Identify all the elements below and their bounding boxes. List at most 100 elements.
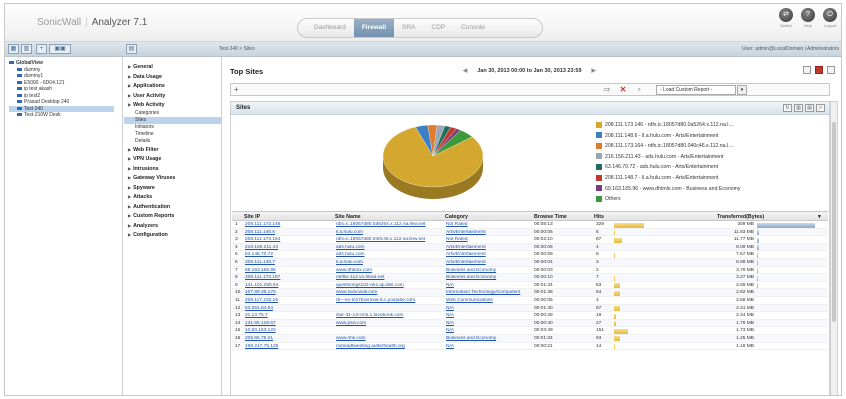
scrollbar-thumb[interactable] — [832, 122, 836, 322]
col-hits[interactable]: Hits — [594, 214, 604, 220]
chart-view-icon[interactable]: ▥ — [21, 44, 32, 54]
table-row[interactable]: 1 208.111.173.146 rdfx.ic.18057d80.0a5264.… — [232, 221, 828, 229]
tab-firewall[interactable]: Firewall — [353, 19, 395, 37]
nav-item-vpn-usage[interactable]: ▶ VPN Usage — [124, 154, 221, 164]
layout-icon[interactable]: ▤ — [126, 44, 137, 54]
tab-sra[interactable]: SRA — [394, 19, 423, 37]
site-name-link[interactable]: www.dhtmlx.com — [336, 268, 442, 274]
nav-item-web-activity[interactable]: ▶ Web Activity — [124, 100, 221, 110]
site-ip-link[interactable]: 69.163.165.96 — [245, 268, 329, 274]
category-link[interactable]: N/A — [446, 328, 532, 334]
table-row[interactable]: 17 198.217.75.125 noheadtweeting.autterhea… — [232, 343, 828, 351]
site-name-link[interactable]: www.sonicwall.com — [336, 290, 442, 296]
category-link[interactable]: Web Communications — [446, 298, 532, 304]
site-name-link[interactable]: ads.hulu.com — [336, 252, 442, 258]
help-button[interactable]: ? Help — [799, 8, 817, 28]
legend-item[interactable]: 69.163.165.96 - www.dhtmlx.com - Busines… — [596, 184, 741, 195]
apply-filter-icon[interactable]: ⇨ — [602, 85, 612, 95]
site-name-link[interactable]: questsongs102-dns.ap.dell.com — [336, 283, 442, 289]
grid-view-icon[interactable]: ▦ — [8, 44, 19, 54]
category-link[interactable]: N/A — [446, 283, 532, 289]
site-ip-link[interactable]: 198.217.75.125 — [245, 344, 329, 350]
site-ip-link[interactable]: 63.251.84.54 — [245, 306, 329, 312]
legend-item[interactable]: 216.156.211.43 - ads.hulu.com - Arts/Ent… — [596, 152, 741, 163]
category-link[interactable]: Business and Economy — [446, 275, 532, 281]
nav-sub-categories[interactable]: Categories — [124, 110, 221, 117]
nav-item-configuration[interactable]: ▶ Configuration — [124, 230, 221, 240]
next-date-icon[interactable]: ▶ — [592, 68, 596, 74]
category-link[interactable]: Arts/Entertainment — [446, 245, 532, 251]
switch-button[interactable]: ⇄ Switch — [777, 8, 795, 28]
nav-sub-timeline[interactable]: Timeline — [124, 131, 221, 138]
logout-button[interactable]: ⏻ Logout — [821, 8, 839, 28]
custom-report-select[interactable]: - Load Custom Report - — [656, 85, 736, 95]
category-link[interactable]: Not Rated — [446, 237, 532, 243]
site-ip-link[interactable]: 208.111.148.7 — [245, 260, 329, 266]
site-name-link[interactable]: rdfx.ic.18057d80.040c46.x.112.na.llnw.ne… — [336, 237, 442, 243]
category-link[interactable]: Arts/Entertainment — [446, 252, 532, 258]
col-site-name[interactable]: Site Name — [335, 214, 361, 220]
site-name-link[interactable]: rdfx.ic.18057d80.0a5264.x.112.na.llnw.ne… — [336, 222, 442, 228]
nav-item-custom-reports[interactable]: ▶ Custom Reports — [124, 211, 221, 221]
site-ip-link[interactable]: 31.13.75.7 — [245, 313, 329, 319]
site-ip-link[interactable]: 208.111.173.164 — [245, 237, 329, 243]
table-row[interactable]: 10 107.89.36.170 www.sonicwall.com Informat… — [232, 289, 828, 297]
legend-item[interactable]: 208.111.173.164 - rdfx.ic.18057d80.040c4… — [596, 141, 741, 152]
table-row[interactable]: 14 131.85.128.67 www.psw.com N/A 00:00:40 27 1… — [232, 319, 828, 328]
nav-sub-sites[interactable]: Sites — [124, 116, 221, 124]
site-name-link[interactable]: noheadtweeting.autterhealth.org — [336, 344, 442, 350]
site-ip-link[interactable]: 63.146.70.72 — [245, 252, 329, 258]
category-link[interactable]: Arts/Entertainment — [446, 230, 532, 236]
nav-item-intrusions[interactable]: ▶ Intrusions — [124, 164, 221, 174]
nav-item-applications[interactable]: ▶ Applications — [124, 81, 221, 91]
table-row[interactable]: 2 208.111.148.6 ll.a.hulu.com Arts/Entertai… — [232, 228, 828, 237]
calendar-icon[interactable] — [803, 66, 811, 74]
site-ip-link[interactable]: 209.65.75.21 — [245, 336, 329, 342]
site-ip-link[interactable]: 10.50.163.120 — [245, 328, 329, 334]
category-link[interactable]: N/A — [446, 344, 532, 350]
add-icon[interactable]: + — [36, 44, 47, 54]
table-row[interactable]: 9 141.101.255.64 questsongs102-dns.ap.dell… — [232, 282, 828, 290]
site-ip-link[interactable]: 141.101.255.64 — [245, 283, 329, 289]
table-row[interactable]: 8 208.111.173.187 netflix-112.vo.llnwd.net… — [232, 274, 828, 282]
table-row[interactable]: 16 209.65.75.21 www.nhs.com Business and Ec… — [232, 334, 828, 343]
table-row[interactable]: 15 10.50.163.120 N/A 00:03:49 151 1.73 MB — [232, 327, 828, 335]
legend-item[interactable]: Others — [596, 194, 741, 205]
nav-item-data-usage[interactable]: ▶ Data Usage — [124, 72, 221, 82]
col-category[interactable]: Category — [445, 214, 468, 220]
category-link[interactable]: N/A — [446, 306, 532, 312]
site-ip-link[interactable]: 208.111.148.6 — [245, 230, 329, 236]
nav-sub-initiators[interactable]: Initiators — [124, 124, 221, 131]
col-browse-time[interactable]: Browse Time — [534, 214, 567, 220]
nav-item-gateway-viruses[interactable]: ▶ Gateway Viruses — [124, 173, 221, 183]
table-row[interactable]: 12 63.251.84.54 N/A 00:01:40 67 2.41 MB — [232, 304, 828, 313]
legend-item[interactable]: 63.146.70.72 - ads.hulu.com - Arts/Enter… — [596, 162, 741, 173]
category-link[interactable]: Not Rated — [446, 222, 532, 228]
nav-item-analyzers[interactable]: ▶ Analyzers — [124, 221, 221, 231]
site-name-link[interactable]: www.nhs.com — [336, 336, 442, 342]
category-link[interactable]: N/A — [446, 313, 532, 319]
nav-item-general[interactable]: ▶ General — [124, 62, 221, 72]
site-ip-link[interactable]: 107.89.36.170 — [245, 290, 329, 296]
tab-dashboard[interactable]: Dashboard — [306, 19, 354, 37]
tab-console[interactable]: Console — [453, 19, 493, 37]
clear-filter-icon[interactable]: ✕ — [618, 85, 628, 95]
site-name-link[interactable]: ll.a.hulu.com — [336, 260, 442, 266]
site-ip-link[interactable]: 208.111.173.146 — [245, 222, 329, 228]
prev-date-icon[interactable]: ◀ — [463, 68, 467, 74]
vertical-scrollbar[interactable] — [830, 101, 838, 395]
site-name-link[interactable]: ads.hulu.com — [336, 245, 442, 251]
site-name-link[interactable]: ll.a.hulu.com — [336, 230, 442, 236]
refresh-icon[interactable]: ↻ — [783, 104, 792, 112]
nav-item-attacks[interactable]: ▶ Attacks — [124, 192, 221, 202]
nav-sub-details[interactable]: Details — [124, 138, 221, 145]
legend-item[interactable]: 208.111.148.6 - ll.a.hulu.com - Arts/Ent… — [596, 131, 741, 142]
site-ip-link[interactable]: 216.156.211.43 — [245, 245, 329, 251]
table-icon[interactable]: ▤ — [805, 104, 814, 112]
pdf-icon[interactable] — [815, 66, 823, 74]
site-name-link[interactable]: r5---sn-tch7bxvnrvw-5.c.youtube.com — [336, 298, 442, 304]
site-ip-link[interactable]: 208.117.232.16 — [245, 298, 329, 304]
category-link[interactable]: N/A — [446, 321, 532, 327]
nav-item-user-activity[interactable]: ▶ User Activity — [124, 91, 221, 101]
tree-item-device[interactable]: Test-210W Desk — [9, 112, 122, 119]
